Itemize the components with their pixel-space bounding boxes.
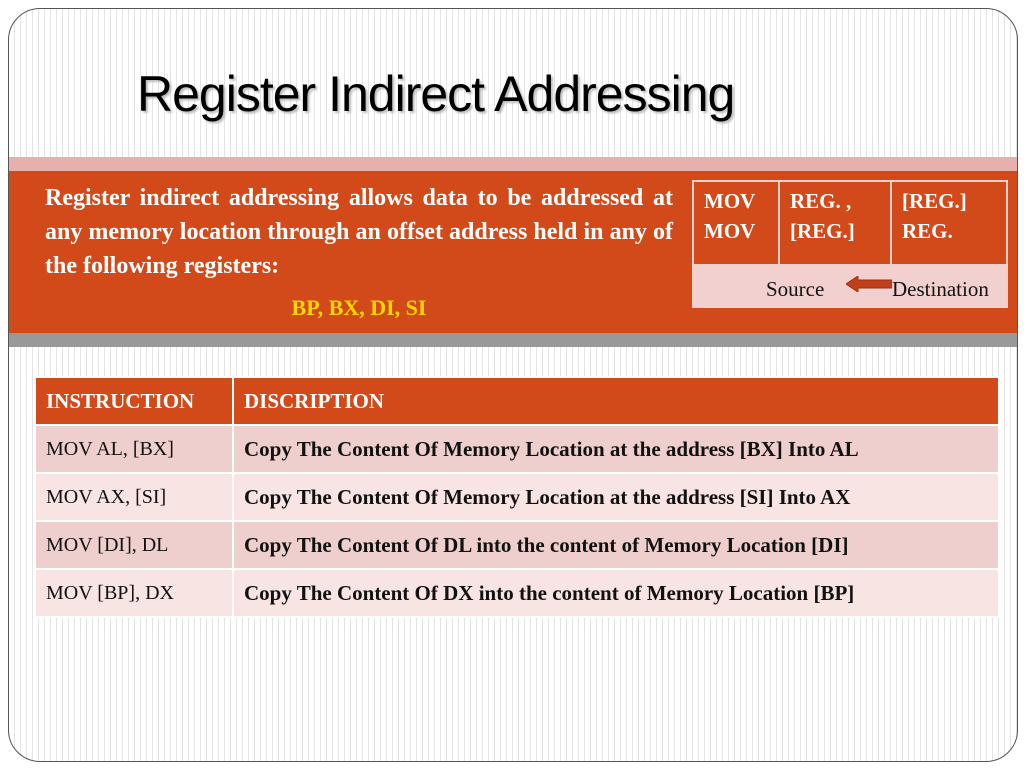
direction-row: Source Destination — [692, 264, 1008, 308]
register-list: BP, BX, DI, SI — [291, 295, 427, 320]
slide-title: Register Indirect Addressing — [137, 66, 735, 122]
syntax-op-2: MOV — [704, 219, 756, 243]
syntax-src-1: [REG.] — [902, 189, 967, 213]
instruction-cell: MOV AL, [BX] — [34, 424, 234, 474]
left-arrow-icon — [846, 276, 892, 292]
description-cell: Copy The Content Of Memory Location at t… — [232, 424, 1000, 474]
table-row: MOV AX, [SI] Copy The Content Of Memory … — [34, 472, 1000, 522]
description-cell: Copy The Content Of DX into the content … — [232, 568, 1000, 618]
gray-divider — [9, 333, 1017, 347]
header-description: DISCRIPTION — [232, 376, 1000, 426]
instruction-cell: MOV [BP], DX — [34, 568, 234, 618]
table-row: MOV [BP], DX Copy The Content Of DX into… — [34, 568, 1000, 618]
table-row: MOV [DI], DL Copy The Content Of DL into… — [34, 520, 1000, 570]
pink-divider — [9, 157, 1017, 171]
destination-label: Destination — [892, 277, 989, 301]
description-cell: Copy The Content Of Memory Location at t… — [232, 472, 1000, 522]
syntax-dest-2: [REG.] — [790, 219, 855, 243]
instruction-cell: MOV AX, [SI] — [34, 472, 234, 522]
syntax-dest-1: REG. , — [790, 189, 852, 213]
slide-frame: Register Indirect Addressing Register in… — [8, 8, 1018, 762]
header-instruction: INSTRUCTION — [34, 376, 234, 426]
syntax-table: MOV MOV REG. , [REG.] [REG.] REG. Source De… — [692, 180, 1008, 308]
syntax-op-1: MOV — [704, 189, 756, 213]
description-cell: Copy The Content Of DL into the content … — [232, 520, 1000, 570]
table-row: MOV AL, [BX] Copy The Content Of Memory … — [34, 424, 1000, 474]
intro-text: Register indirect addressing allows data… — [45, 185, 673, 279]
syntax-src-2: REG. — [902, 219, 953, 243]
instruction-table: INSTRUCTION DISCRIPTION MOV AL, [BX] Cop… — [34, 376, 1000, 618]
table-header: INSTRUCTION DISCRIPTION — [34, 376, 1000, 426]
instruction-cell: MOV [DI], DL — [34, 520, 234, 570]
source-label: Source — [766, 277, 825, 301]
